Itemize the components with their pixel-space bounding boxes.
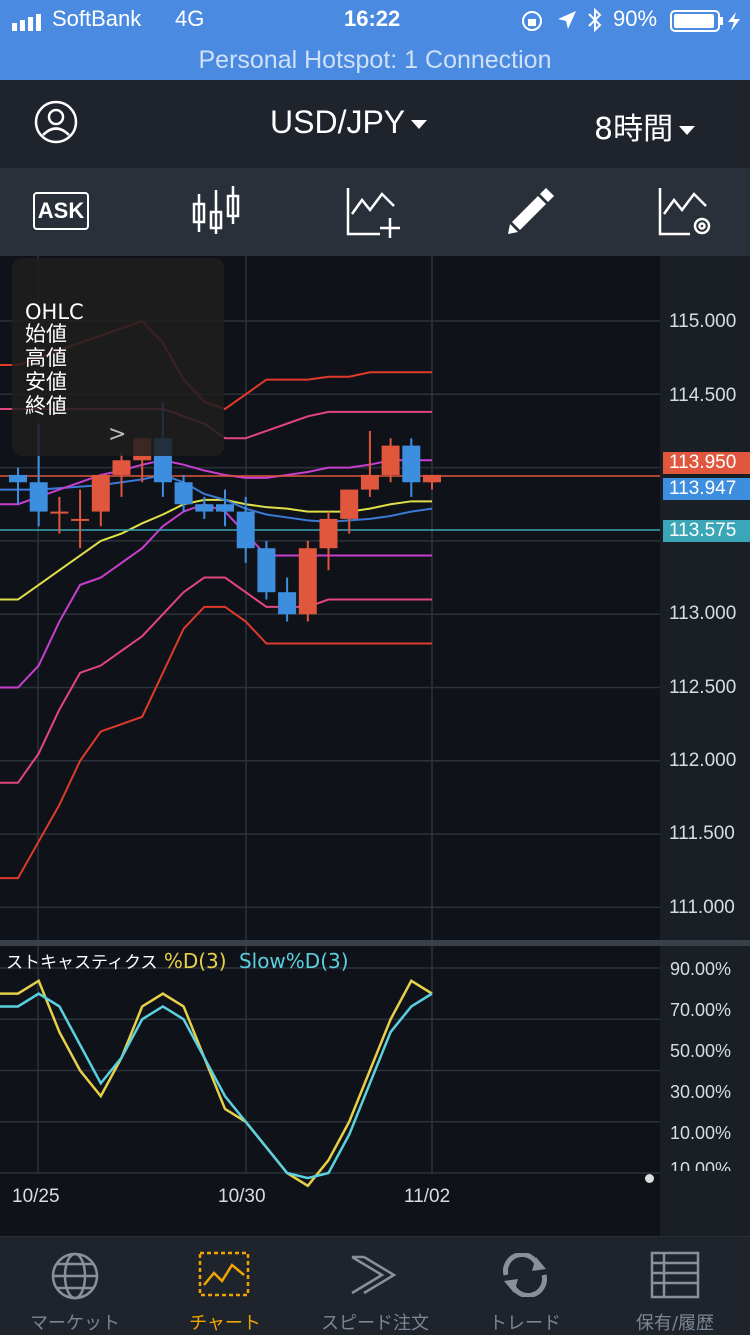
tab-positions-label: 保有/履歴 [635,1313,715,1334]
candle-body [360,474,379,490]
stoch-level-label: 30.00% [670,1082,732,1102]
currency-pair-label: USD/JPY [270,104,406,140]
bollinger-band-line [0,576,432,784]
bollinger-band-line [0,498,432,601]
battery-percent: 90% [613,6,658,31]
stoch-level-label: 10.00% [670,1123,732,1143]
globe-icon [50,1251,100,1305]
candle-body [112,460,131,475]
ohlc-low-label: 安値 [25,370,67,394]
chart-icon [198,1251,250,1301]
candle-body [278,592,297,615]
hotspot-banner[interactable]: Personal Hotspot: 1 Connection [0,42,750,80]
carrier-label: SoftBank [52,6,142,31]
price-tick-label: 115.000 [669,311,737,332]
stoch-level-label: 70.00% [670,1000,732,1020]
chevron-down-icon [679,126,696,135]
slow-d-series-label: Slow%D(3) [238,949,349,973]
add-indicator-icon[interactable] [344,184,404,244]
location-icon [556,9,578,35]
ask-button[interactable]: ASK [33,192,89,230]
bid-price-tag: 113.950 [663,452,750,474]
stoch-level-label: 90.00% [670,959,732,979]
tab-trade[interactable]: トレード [450,1237,600,1335]
candle-body [236,511,255,549]
date-tick-label: 10/25 [12,1186,60,1207]
speed-icon [348,1251,402,1303]
tab-speed-order[interactable]: スピード注文 [300,1237,450,1335]
stoch-level-label: 50.00% [670,1041,732,1061]
panel-divider [0,940,750,946]
expand-chevron-icon[interactable]: > [108,422,126,447]
candle-body [50,511,69,514]
network-label: 4G [175,6,205,31]
tab-bar: マーケット チャート スピード注文 トレード 保有/履歴 [0,1236,750,1335]
bollinger-band-line [0,503,432,689]
ohlc-high-label: 高値 [25,346,67,370]
chevron-down-icon [411,120,428,130]
chart-toolbar: ASK [0,168,750,256]
account-icon[interactable] [34,100,78,148]
page-indicator-dot [645,1174,654,1183]
tab-market[interactable]: マーケット [0,1237,150,1335]
stoch-d-line [0,978,433,1188]
candlestick-icon[interactable] [190,184,242,242]
tab-speed-order-label: スピード注文 [321,1313,429,1334]
candle-body [319,518,338,549]
date-tick-label: 11/02 [404,1186,451,1207]
tab-positions[interactable]: 保有/履歴 [600,1237,750,1335]
status-bar: SoftBank 4G 16:22 90% [0,0,750,42]
currency-pair-selector[interactable]: USD/JPY [270,104,428,141]
tab-chart[interactable]: チャート [150,1237,300,1335]
candle-body [91,474,110,512]
oscillator-title: ストキャスティクス %D(3) Slow%D(3) [6,948,349,973]
candle-body [9,474,27,483]
trade-icon [498,1252,552,1301]
candle-body [257,548,276,593]
ohlc-panel[interactable]: OHLC 始値 高値 安値 終値 > [12,258,224,456]
price-tick-label: 111.000 [669,897,735,918]
ohlc-title: OHLC [25,300,84,324]
price-tick-label: 113.000 [669,603,737,624]
candle-body [195,504,214,512]
price-tick-label: 112.500 [669,677,737,698]
current-price-tag: 113.947 [663,478,750,500]
candle-body [298,548,317,615]
candle-body [29,482,48,512]
bollinger-band-line [0,605,432,880]
clock: 16:22 [344,6,401,31]
tab-trade-label: トレード [489,1313,561,1334]
candle-body [381,445,400,475]
price-tick-label: 114.500 [669,385,737,406]
timeframe-selector[interactable]: 8時間 [594,104,696,148]
bluetooth-icon [586,7,604,37]
line-price-tag: 113.575 [663,520,750,542]
candle-body [402,445,421,483]
stoch-level-label: 10.00% [670,1159,732,1171]
candle-body [216,504,234,512]
ask-label: ASK [37,198,85,223]
pencil-icon[interactable] [506,188,554,240]
candle-body [340,489,359,519]
candle-body [174,482,193,505]
candle-body [71,518,90,521]
price-tick-label: 112.000 [669,750,737,771]
stochastics-label: ストキャスティクス [6,953,158,973]
tab-market-label: マーケット [30,1313,120,1334]
rotation-lock-icon [520,9,544,37]
timeframe-label: 8時間 [594,112,674,147]
date-tick-label: 10/30 [218,1186,266,1207]
battery-icon [670,10,746,36]
signal-icon [12,13,46,35]
tab-chart-label: チャート [189,1313,261,1334]
d-series-label: %D(3) [163,949,227,973]
candle-body [423,474,441,483]
ohlc-open-label: 始値 [25,322,67,346]
price-tick-label: 111.500 [669,823,735,844]
indicator-settings-icon[interactable] [656,184,716,244]
ohlc-close-label: 終値 [25,394,67,418]
list-icon [650,1251,700,1303]
